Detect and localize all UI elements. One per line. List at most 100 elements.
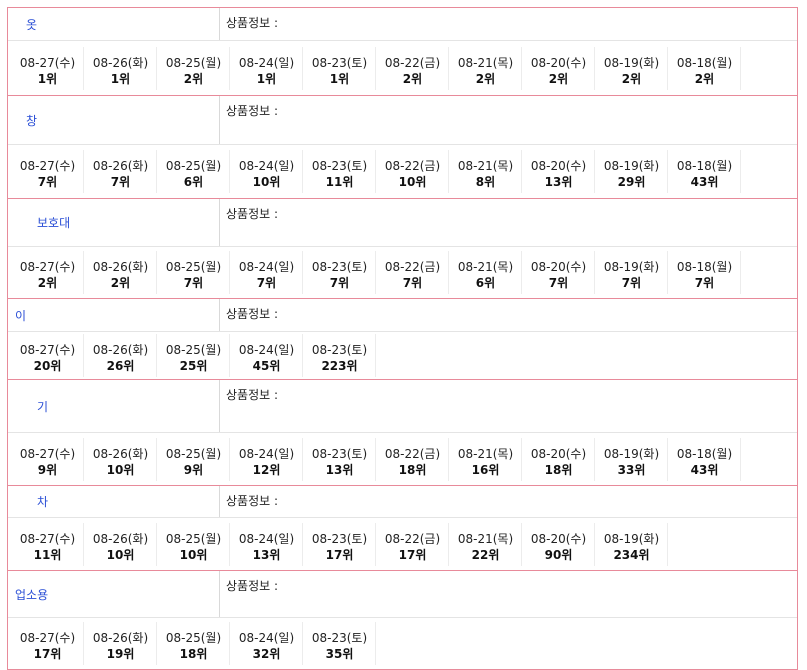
rank-value: 35위 [325,647,354,661]
rank-value: 10위 [106,547,135,562]
rank-date: 08-25(월) [165,343,222,357]
keyword-link[interactable]: 창 [8,96,220,144]
product-info-label: 상품정보 : [226,579,279,593]
rank-value: 33위 [617,462,646,477]
rank-value: 2위 [475,71,496,86]
rank-value: 1위 [329,71,350,86]
rank-cell: 08-27(수) 9위 [12,437,84,481]
rank-cell: 08-22(금) 7위 [377,251,449,294]
rank-date: 08-27(수) [19,343,76,357]
rank-date: 08-22(금) [384,260,441,274]
rank-history-row: 08-27(수) 9위 08-26(화) 10위 08-25(월) 9위 08-24(일) 1… [8,433,797,485]
keyword-link[interactable]: 차 [8,486,220,517]
rank-value: 2위 [183,71,204,86]
rank-value: 7위 [402,276,423,290]
rank-cell: 08-25(월) 25위 [158,334,230,377]
keyword-group: 옷 상품정보 :08-27(수) 1위 08-26(화) 1위 08-25(월) 2위 08-… [7,7,798,95]
rank-date: 08-27(수) [19,446,76,461]
rank-date: 08-26(화) [92,631,149,645]
product-info-label: 상품정보 : [226,307,279,321]
rank-cell: 08-20(수) 7위 [523,251,595,294]
rank-history-row: 08-27(수) 20위 08-26(화) 26위 08-25(월) 25위 08-24(일… [8,332,797,379]
product-info-label: 상품정보 : [226,207,279,221]
rank-cell: 08-23(토) 11위 [304,150,376,193]
rank-date: 08-19(화) [603,260,660,274]
rank-value: 9위 [37,462,58,477]
rank-value: 10위 [106,462,135,477]
rank-value: 90위 [544,547,573,562]
keyword-link[interactable]: 기 [8,380,220,432]
rank-value: 10위 [179,547,208,562]
rank-date: 08-27(수) [19,260,76,274]
rank-cell: 08-26(화) 26위 [85,334,157,377]
rank-date: 08-20(수) [530,446,587,461]
rank-cell: 08-24(일) 7위 [231,251,303,294]
rank-value: 19위 [106,647,135,661]
rank-date: 08-27(수) [19,159,76,173]
rank-cell: 08-21(목) 16위 [450,437,522,481]
rank-cell: 08-21(목) 6위 [450,251,522,294]
keyword-header: 이 상품정보 : [8,299,797,332]
rank-value: 13위 [325,462,354,477]
rank-date: 08-21(목) [457,260,514,274]
rank-value: 43위 [690,462,719,477]
rank-value: 17위 [325,547,354,562]
rank-date: 08-25(월) [165,446,222,461]
rank-date: 08-23(토) [311,159,368,173]
rank-date: 08-18(월) [676,260,733,274]
keyword-link[interactable]: 업소용 [8,571,220,617]
rank-cell: 08-22(금) 10위 [377,150,449,193]
rank-cell: 08-24(일) 45위 [231,334,303,377]
keyword-link[interactable]: 보호대 [8,199,220,246]
rank-cell: 08-19(화) 29위 [596,150,668,193]
rank-date: 08-21(목) [457,446,514,461]
rank-date: 08-20(수) [530,55,587,70]
rank-cell: 08-27(수) 2위 [12,251,84,294]
keyword-group: 이 상품정보 : 08-27(수) 20위 08-26(화) 26위 08-25(월) 25위… [7,298,798,379]
keyword-header: 옷 상품정보 : [8,8,797,41]
rank-date: 08-24(일) [238,631,295,645]
rank-value: 11위 [325,175,354,189]
rank-value: 45위 [252,359,281,373]
rank-cell: 08-24(일) 1위 [231,46,303,90]
rank-date: 08-21(목) [457,55,514,70]
rank-cell: 08-25(월) 18위 [158,622,230,665]
product-info-label: 상품정보 : [226,104,279,118]
rank-value: 1위 [256,71,277,86]
rank-cell: 08-25(월) 9위 [158,437,230,481]
rank-date: 08-25(월) [165,260,222,274]
rank-date: 08-23(토) [311,343,368,357]
rank-value: 13위 [544,175,573,189]
rank-history-row: 08-27(수) 2위 08-26(화) 2위 08-25(월) 7위 08-24(일) 7위… [8,247,797,298]
rank-value: 22위 [471,547,500,562]
rank-date: 08-18(월) [676,159,733,173]
rank-date: 08-21(목) [457,531,514,546]
rank-date: 08-23(토) [311,531,368,546]
keyword-link[interactable]: 이 [8,299,220,331]
rank-value: 6위 [475,276,496,290]
keyword-link[interactable]: 옷 [8,8,220,40]
rank-cell: 08-21(목) 8위 [450,150,522,193]
rank-value: 43위 [690,175,719,189]
rank-cell: 08-23(토) 35위 [304,622,376,665]
rank-date: 08-26(화) [92,55,149,70]
rank-cell: 08-24(일) 13위 [231,522,303,566]
rank-value: 13위 [252,547,281,562]
rank-date: 08-24(일) [238,159,295,173]
rank-value: 7위 [329,276,350,290]
rank-date: 08-18(월) [676,55,733,70]
rank-value: 234위 [613,547,650,562]
rank-value: 2위 [37,276,58,290]
rank-cell: 08-19(화) 2위 [596,46,668,90]
rank-date: 08-25(월) [165,531,222,546]
keyword-header: 업소용 상품정보 : [8,571,797,618]
rank-value: 18위 [179,647,208,661]
rank-value: 17위 [33,647,62,661]
rank-value: 1위 [37,71,58,86]
rank-date: 08-27(수) [19,531,76,546]
rank-date: 08-19(화) [603,55,660,70]
product-info-label: 상품정보 : [226,388,279,402]
rank-date: 08-24(일) [238,55,295,70]
rank-value: 7위 [37,175,58,189]
rank-cell: 08-26(화) 7위 [85,150,157,193]
